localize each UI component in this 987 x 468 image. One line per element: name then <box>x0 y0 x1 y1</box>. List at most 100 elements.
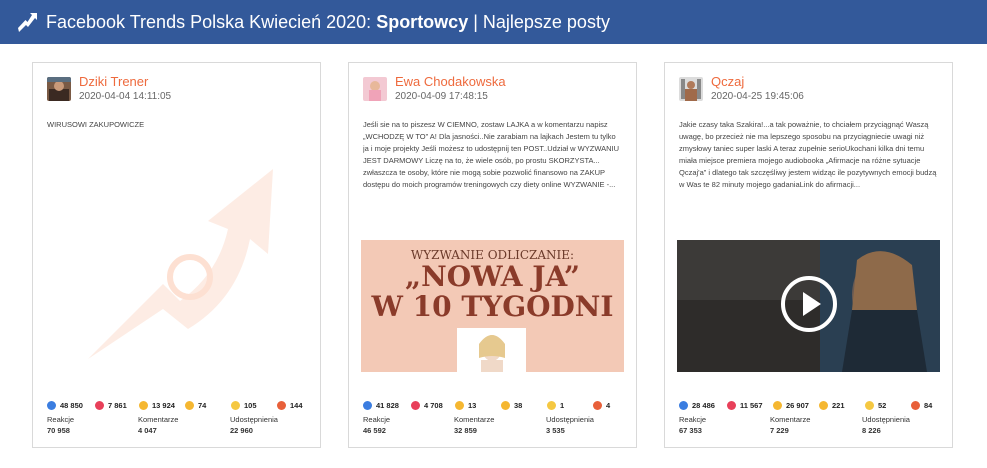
reaction-like: 41 828 <box>363 401 399 410</box>
reactions-total: 46 592 <box>363 426 386 435</box>
like-icon <box>47 401 56 410</box>
shares-label: Udostępnienia <box>546 415 594 424</box>
sad-icon <box>231 401 240 410</box>
like-count: 28 486 <box>692 401 715 410</box>
reaction-angry: 84 <box>911 401 932 410</box>
reaction-wow: 221 <box>819 401 845 410</box>
post-image[interactable]: WYZWANIE ODLICZANIE: „NOWA JA” W 10 TYGO… <box>361 240 624 372</box>
shares-label: Udostępnienia <box>230 415 278 424</box>
angry-count: 4 <box>606 401 611 410</box>
wow-count: 221 <box>832 401 845 410</box>
reaction-haha: 13 924 <box>139 401 175 410</box>
reaction-angry: 4 <box>593 401 610 410</box>
post-text: Jakie czasy taka Szakira!...a tak poważn… <box>679 120 937 189</box>
post-date: 2020-04-25 19:45:06 <box>711 91 804 102</box>
avatar[interactable] <box>363 77 387 101</box>
post-stats: Reakcje 70 958 Komentarze 4 047 Udostępnie… <box>47 415 308 439</box>
reactions-total: 70 958 <box>47 426 70 435</box>
post-author[interactable]: Ewa Chodakowska <box>395 75 506 89</box>
reaction-sad: 52 <box>865 401 886 410</box>
sad-count: 52 <box>878 401 887 410</box>
comments-total: 4 047 <box>138 426 157 435</box>
poster-photo <box>457 328 526 372</box>
post-date: 2020-04-04 14:11:05 <box>79 91 172 102</box>
avatar[interactable] <box>47 77 71 101</box>
love-icon <box>411 401 420 410</box>
reaction-love: 4 708 <box>411 401 443 410</box>
play-icon[interactable] <box>779 274 839 334</box>
trend-logo-icon <box>18 13 37 32</box>
haha-count: 26 907 <box>786 401 809 410</box>
haha-icon <box>139 401 148 410</box>
post-text: Jeśli sie na to piszesz W CIEMNO, zostaw… <box>363 120 620 189</box>
angry-icon <box>911 401 920 410</box>
love-count: 7 861 <box>108 401 127 410</box>
haha-icon <box>455 401 464 410</box>
wow-icon <box>185 401 194 410</box>
post-header: Qczaj 2020-04-25 19:45:06 <box>679 75 804 105</box>
haha-count: 13 924 <box>152 401 175 410</box>
love-icon <box>727 401 736 410</box>
header-bar: Facebook Trends Polska Kwiecień 2020: Sp… <box>0 0 987 44</box>
reaction-like: 28 486 <box>679 401 715 410</box>
post-header: Ewa Chodakowska 2020-04-09 17:48:15 <box>363 75 506 105</box>
comments-label: Komentarze <box>138 415 179 424</box>
post-date: 2020-04-09 17:48:15 <box>395 91 488 102</box>
haha-count: 13 <box>468 401 477 410</box>
post-video[interactable] <box>677 240 940 372</box>
shares-total: 8 226 <box>862 426 881 435</box>
comments-total: 7 229 <box>770 426 789 435</box>
like-count: 48 850 <box>60 401 83 410</box>
reaction-sad: 105 <box>231 401 257 410</box>
reactions-label: Reakcje <box>47 415 75 424</box>
angry-count: 144 <box>290 401 303 410</box>
post-text: WIRUSOWI ZAKUPOWICZE <box>47 120 145 129</box>
haha-icon <box>773 401 782 410</box>
sad-count: 105 <box>244 401 257 410</box>
reaction-haha: 13 <box>455 401 476 410</box>
post-stats: Reakcje 46 592 Komentarze 32 859 Udostępni… <box>363 415 624 439</box>
like-count: 41 828 <box>376 401 399 410</box>
reaction-counts: 48 850 7 861 13 924 74 105 144 <box>47 401 308 413</box>
like-icon <box>679 401 688 410</box>
wow-icon <box>501 401 510 410</box>
post-stats: Reakcje 67 353 Komentarze 7 229 Udostępnie… <box>679 415 940 439</box>
shares-total: 22 960 <box>230 426 253 435</box>
page-title: Facebook Trends Polska Kwiecień 2020: Sp… <box>46 12 610 33</box>
reaction-sad: 1 <box>547 401 564 410</box>
post-author[interactable]: Qczaj <box>711 75 804 89</box>
angry-count: 84 <box>924 401 933 410</box>
comments-label: Komentarze <box>454 415 495 424</box>
love-count: 4 708 <box>424 401 443 410</box>
shares-label: Udostępnienia <box>862 415 910 424</box>
title-category: Sportowcy <box>376 11 469 32</box>
reaction-counts: 41 828 4 708 13 38 1 4 <box>363 401 624 413</box>
angry-icon <box>593 401 602 410</box>
sad-count: 1 <box>560 401 565 410</box>
wow-icon <box>819 401 828 410</box>
trend-arrow-icon <box>88 169 273 359</box>
reaction-haha: 26 907 <box>773 401 809 410</box>
love-icon <box>95 401 104 410</box>
post-author[interactable]: Dziki Trener <box>79 75 171 89</box>
sad-icon <box>865 401 874 410</box>
post-card[interactable]: Qczaj 2020-04-25 19:45:06 Jakie czasy ta… <box>664 62 953 448</box>
poster-title: „NOWA JA” <box>405 260 580 293</box>
reaction-love: 7 861 <box>95 401 127 410</box>
reactions-label: Reakcje <box>363 415 391 424</box>
reaction-angry: 144 <box>277 401 303 410</box>
sad-icon <box>547 401 556 410</box>
avatar[interactable] <box>679 77 703 101</box>
like-icon <box>363 401 372 410</box>
post-card[interactable]: Ewa Chodakowska 2020-04-09 17:48:15 Jeśl… <box>348 62 637 448</box>
reactions-total: 67 353 <box>679 426 702 435</box>
love-count: 11 567 <box>740 401 763 410</box>
wow-count: 38 <box>514 401 523 410</box>
reaction-wow: 38 <box>501 401 522 410</box>
reaction-counts: 28 486 11 567 26 907 221 52 84 <box>679 401 940 413</box>
shares-total: 3 535 <box>546 426 565 435</box>
reactions-label: Reakcje <box>679 415 707 424</box>
poster-title-2: W 10 TYGODNI <box>371 290 614 323</box>
post-card[interactable]: Dziki Trener 2020-04-04 14:11:05 WIRUSOW… <box>32 62 321 448</box>
wow-count: 74 <box>198 401 207 410</box>
